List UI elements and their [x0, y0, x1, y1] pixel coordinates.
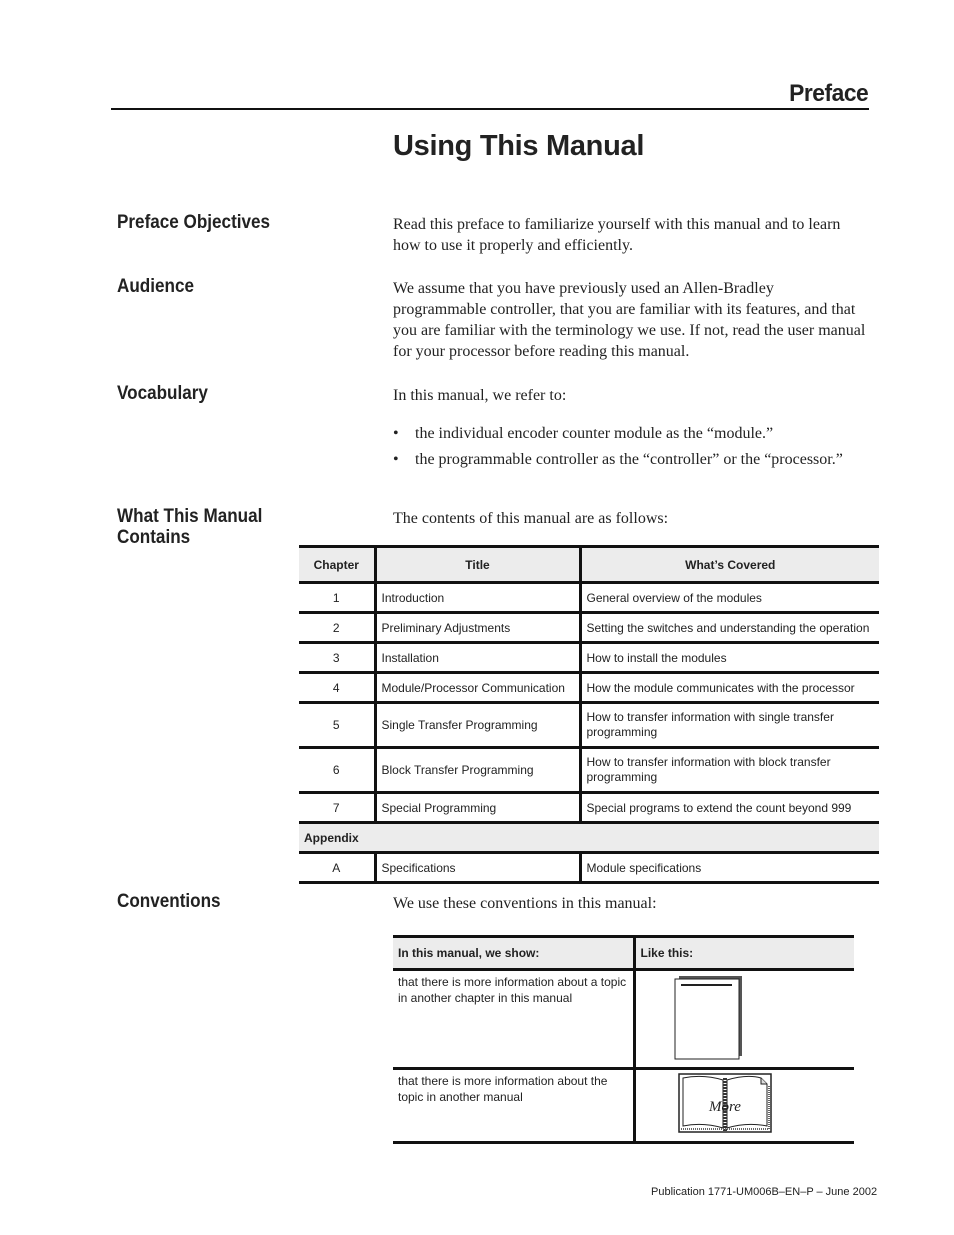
- chapter-number: 4: [299, 672, 375, 704]
- table-row: 5 Single Transfer Programming How to tra…: [299, 702, 879, 749]
- table-row: 1 Introduction General overview of the m…: [299, 582, 879, 614]
- contents-heading-line1: What This Manual: [117, 506, 263, 527]
- audience-text: We assume that you have previously used …: [393, 280, 866, 360]
- chapter-number: 2: [299, 612, 375, 644]
- column-header-show: In this manual, we show:: [393, 935, 634, 971]
- convention-example: [632, 969, 854, 1070]
- appendix-label: Appendix: [299, 822, 879, 854]
- vocabulary-item: the programmable controller as the “cont…: [393, 449, 868, 470]
- table-row: 4 Module/Processor Communication How the…: [299, 672, 879, 704]
- chapter-covered: How to install the modules: [578, 642, 879, 674]
- chapter-title: Special Programming: [373, 792, 580, 824]
- chapter-title: Module/Processor Communication: [373, 672, 580, 704]
- section-label: Preface: [788, 80, 869, 107]
- appendix-row: Appendix: [299, 822, 879, 854]
- more-book-icon: More: [677, 1073, 772, 1133]
- table-row: 3 Installation How to install the module…: [299, 642, 879, 674]
- chapter-title: Single Transfer Programming: [373, 702, 580, 749]
- column-header-covered: What’s Covered: [578, 545, 879, 584]
- contents-heading-line2: Contains: [117, 527, 191, 548]
- chapter-covered: How to transfer information with block t…: [578, 747, 879, 794]
- conventions-table: In this manual, we show: Like this: that…: [393, 935, 854, 1144]
- more-book-label: More: [708, 1099, 741, 1115]
- chapter-number: A: [299, 852, 375, 884]
- vocabulary-intro: In this manual, we refer to:: [393, 387, 567, 404]
- footer-publication: Publication 1771-UM006B–EN–P – June 2002: [651, 1186, 878, 1198]
- convention-text: that there is more information about the…: [393, 1068, 634, 1144]
- objectives-text: Read this preface to familiarize yoursel…: [393, 216, 841, 254]
- table-row: that there is more information about the…: [393, 1068, 854, 1144]
- column-header-title: Title: [373, 545, 580, 584]
- objectives-heading: Preface Objectives: [117, 212, 271, 233]
- chapter-title: Installation: [373, 642, 580, 674]
- chapter-covered: General overview of the modules: [578, 582, 879, 614]
- vocabulary-list: the individual encoder counter module as…: [393, 423, 868, 475]
- chapter-title: Introduction: [373, 582, 580, 614]
- audience-heading: Audience: [117, 276, 194, 297]
- contents-heading: What This Manual Contains: [117, 506, 262, 548]
- conventions-intro: We use these conventions in this manual:: [393, 895, 657, 912]
- chapter-covered: How the module communicates with the pro…: [578, 672, 879, 704]
- contents-table: Chapter Title What’s Covered 1 Introduct…: [299, 545, 879, 884]
- header-rule: [111, 108, 869, 110]
- chapter-covered: Setting the switches and understanding t…: [578, 612, 879, 644]
- chapter-number: 7: [299, 792, 375, 824]
- chapter-number: 6: [299, 747, 375, 794]
- chapter-number: 1: [299, 582, 375, 614]
- contents-intro: The contents of this manual are as follo…: [393, 510, 669, 527]
- conventions-heading: Conventions: [117, 891, 221, 912]
- convention-example: More: [632, 1068, 854, 1144]
- chapter-number: 3: [299, 642, 375, 674]
- convention-text: that there is more information about a t…: [393, 969, 634, 1070]
- chapter-covered: How to transfer information with single …: [578, 702, 879, 749]
- page-title: Using This Manual: [393, 130, 645, 162]
- chapter-title: Block Transfer Programming: [373, 747, 580, 794]
- chapter-title: Specifications: [373, 852, 580, 884]
- table-row: that there is more information about a t…: [393, 969, 854, 1070]
- conventions-header-row: In this manual, we show: Like this:: [393, 935, 854, 971]
- table-row: 2 Preliminary Adjustments Setting the sw…: [299, 612, 879, 644]
- chapter-covered: Special programs to extend the count bey…: [578, 792, 879, 824]
- chapter-title: Preliminary Adjustments: [373, 612, 580, 644]
- contents-header-row: Chapter Title What’s Covered: [299, 545, 879, 584]
- column-header-chapter: Chapter: [299, 545, 375, 584]
- table-row: A Specifications Module specifications: [299, 852, 879, 884]
- table-row: 7 Special Programming Special programs t…: [299, 792, 879, 824]
- chapter-number: 5: [299, 702, 375, 749]
- vocabulary-heading: Vocabulary: [117, 383, 208, 404]
- chapter-page-icon: [674, 976, 742, 1060]
- chapter-covered: Module specifications: [578, 852, 879, 884]
- vocabulary-item: the individual encoder counter module as…: [393, 423, 868, 444]
- table-row: 6 Block Transfer Programming How to tran…: [299, 747, 879, 794]
- column-header-like: Like this:: [632, 935, 854, 971]
